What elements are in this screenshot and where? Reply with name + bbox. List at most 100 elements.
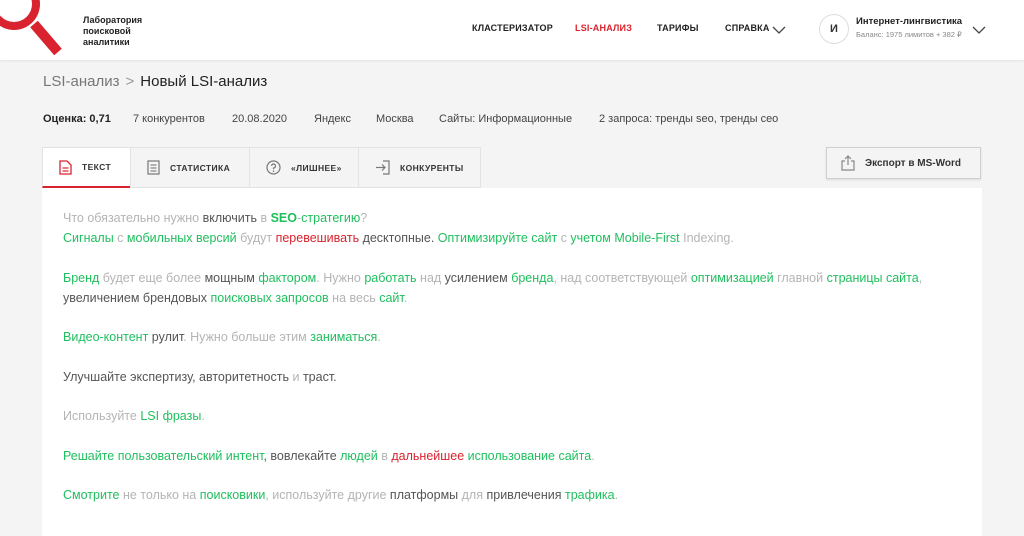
- page-title: Новый LSI-анализ: [140, 73, 268, 90]
- highlight-word[interactable]: мощным: [205, 271, 255, 285]
- user-avatar[interactable]: И: [819, 14, 849, 44]
- highlight-word[interactable]: Бренд: [63, 271, 99, 285]
- chevron-down-icon[interactable]: [772, 22, 786, 34]
- highlight-word: . Нужно: [316, 271, 365, 285]
- highlight-word: , над соответствующей: [553, 271, 691, 285]
- analysis-date: 20.08.2020: [232, 113, 288, 125]
- breadcrumb-parent[interactable]: LSI-анализ: [43, 73, 120, 90]
- user-balance: Баланс: 1975 лимитов + 382 ₽: [856, 30, 962, 39]
- nav-lsi-analysis[interactable]: LSI-АНАЛИЗ: [575, 23, 632, 33]
- highlight-word[interactable]: траст.: [303, 370, 337, 384]
- highlight-word[interactable]: Улучшайте экспертизу, авторитетность: [63, 370, 289, 384]
- highlight-word: с: [557, 231, 571, 245]
- highlight-word[interactable]: сайт: [379, 291, 404, 305]
- tab-competitors[interactable]: КОНКУРЕНТЫ: [358, 147, 481, 188]
- tab-text[interactable]: ТЕКСТ: [42, 147, 130, 188]
- highlight-word[interactable]: страницы сайта: [827, 271, 919, 285]
- highlight-word[interactable]: поисковики: [200, 488, 266, 502]
- chevron-down-icon[interactable]: [972, 22, 986, 34]
- upload-icon: [841, 155, 855, 171]
- nav-tariffs[interactable]: ТАРИФЫ: [657, 23, 699, 33]
- highlight-word[interactable]: Смотрите: [63, 488, 120, 502]
- highlight-word: в: [256, 211, 271, 225]
- export-word-button[interactable]: Экспорт в MS-Word: [826, 147, 981, 179]
- highlight-word[interactable]: включить: [203, 211, 257, 225]
- text-line: увеличением брендовых поисковых запросов…: [63, 288, 963, 308]
- highlight-word: ,: [918, 271, 923, 285]
- text-line: Бренд будет еще более мощным фактором. Н…: [63, 268, 963, 288]
- highlight-word[interactable]: использование: [468, 449, 555, 463]
- highlight-word: для: [458, 488, 487, 502]
- highlight-word[interactable]: рулит: [148, 330, 183, 344]
- highlight-word: не только на: [119, 488, 200, 502]
- text-line: Используйте LSI фразы.: [63, 406, 963, 426]
- list-icon: [147, 160, 160, 175]
- highlight-word[interactable]: Оптимизируйте сайт: [438, 231, 557, 245]
- highlight-word: .: [403, 291, 408, 305]
- highlight-word[interactable]: заниматься: [310, 330, 377, 344]
- highlight-word[interactable]: увеличением брендовых: [63, 291, 211, 305]
- highlight-word[interactable]: привлечения: [486, 488, 561, 502]
- highlight-word: на весь: [328, 291, 380, 305]
- highlight-word[interactable]: Mobile-First: [611, 231, 679, 245]
- highlight-word: будут: [236, 231, 276, 245]
- highlight-word[interactable]: стратегию: [301, 211, 360, 225]
- tab-statistics[interactable]: СТАТИСТИКА: [130, 147, 249, 188]
- nav-help[interactable]: СПРАВКА: [725, 23, 770, 33]
- highlight-word[interactable]: дальнейшее: [391, 449, 464, 463]
- highlight-word: над: [416, 271, 445, 285]
- highlight-word[interactable]: LSI фразы: [140, 409, 201, 423]
- user-name[interactable]: Интернет-лингвистика: [856, 16, 962, 27]
- highlight-word[interactable]: бренда: [511, 271, 553, 285]
- text-line: Видео-контент рулит. Нужно больше этим з…: [63, 327, 963, 347]
- highlight-word[interactable]: интент: [226, 449, 264, 463]
- text-line: Смотрите не только на поисковики, исполь…: [63, 485, 963, 505]
- highlight-word[interactable]: фактором: [258, 271, 316, 285]
- sites-type: Сайты: Информационные: [439, 113, 573, 125]
- highlight-word: .: [614, 488, 619, 502]
- queries-info: 2 запроса: тренды seo, тренды сео: [599, 113, 779, 125]
- highlight-word[interactable]: трафика: [565, 488, 615, 502]
- text-line: Улучшайте экспертизу, авторитетность и т…: [63, 367, 963, 387]
- highlight-word: Используйте: [63, 409, 141, 423]
- highlight-word: в: [377, 449, 392, 463]
- highlight-word[interactable]: оптимизацией: [691, 271, 774, 285]
- search-engine: Яндекс: [314, 113, 351, 125]
- nav-clusterizer[interactable]: КЛАСТЕРИЗАТОР: [472, 23, 553, 33]
- highlight-word: , используйте другие: [265, 488, 390, 502]
- breadcrumb: LSI-анализ > Новый LSI-анализ: [43, 73, 267, 90]
- highlight-word[interactable]: платформы: [390, 488, 458, 502]
- highlight-word: будет еще более: [99, 271, 205, 285]
- top-header: Лаборатория поисковой аналитики КЛАСТЕРИ…: [0, 0, 1024, 60]
- highlight-word[interactable]: работать: [364, 271, 416, 285]
- logo-text[interactable]: Лаборатория поисковой аналитики: [83, 15, 163, 48]
- highlight-word[interactable]: поисковых запросов: [211, 291, 329, 305]
- text-panel: Что обязательно нужно включить в SEO-стр…: [42, 188, 982, 536]
- document-icon: [59, 159, 72, 175]
- highlight-word: и: [289, 370, 303, 384]
- highlight-word: ?: [360, 211, 368, 225]
- highlight-word[interactable]: сайта: [558, 449, 591, 463]
- highlight-word[interactable]: усилением: [445, 271, 508, 285]
- tab-extra[interactable]: «ЛИШНЕЕ»: [249, 147, 358, 188]
- highlight-word: .: [591, 449, 595, 463]
- highlight-word[interactable]: людей: [340, 449, 378, 463]
- highlight-word[interactable]: Видео-контент: [63, 330, 148, 344]
- highlight-word[interactable]: мобильных версий: [127, 231, 237, 245]
- highlight-word: .: [201, 409, 205, 423]
- highlight-word[interactable]: Сигналы: [63, 231, 114, 245]
- competitors-count: 7 конкурентов: [133, 113, 205, 125]
- text-line: Сигналы с мобильных версий будут перевеш…: [63, 228, 963, 248]
- highlight-word[interactable]: Решайте пользовательский: [63, 449, 222, 463]
- highlight-word[interactable]: , вовлекайте: [263, 449, 340, 463]
- highlight-word: .: [377, 330, 381, 344]
- highlight-word: главной: [773, 271, 827, 285]
- text-line: Что обязательно нужно включить в SEO-стр…: [63, 208, 963, 228]
- sign-in-icon: [376, 160, 390, 175]
- highlight-word[interactable]: SEO: [271, 211, 297, 225]
- highlight-word[interactable]: десктопные.: [359, 231, 438, 245]
- highlight-word[interactable]: перевешивать: [276, 231, 360, 245]
- magnifier-logo-icon[interactable]: [0, 0, 62, 60]
- highlight-word[interactable]: учетом: [570, 231, 610, 245]
- highlight-word: Что обязательно нужно: [63, 211, 203, 225]
